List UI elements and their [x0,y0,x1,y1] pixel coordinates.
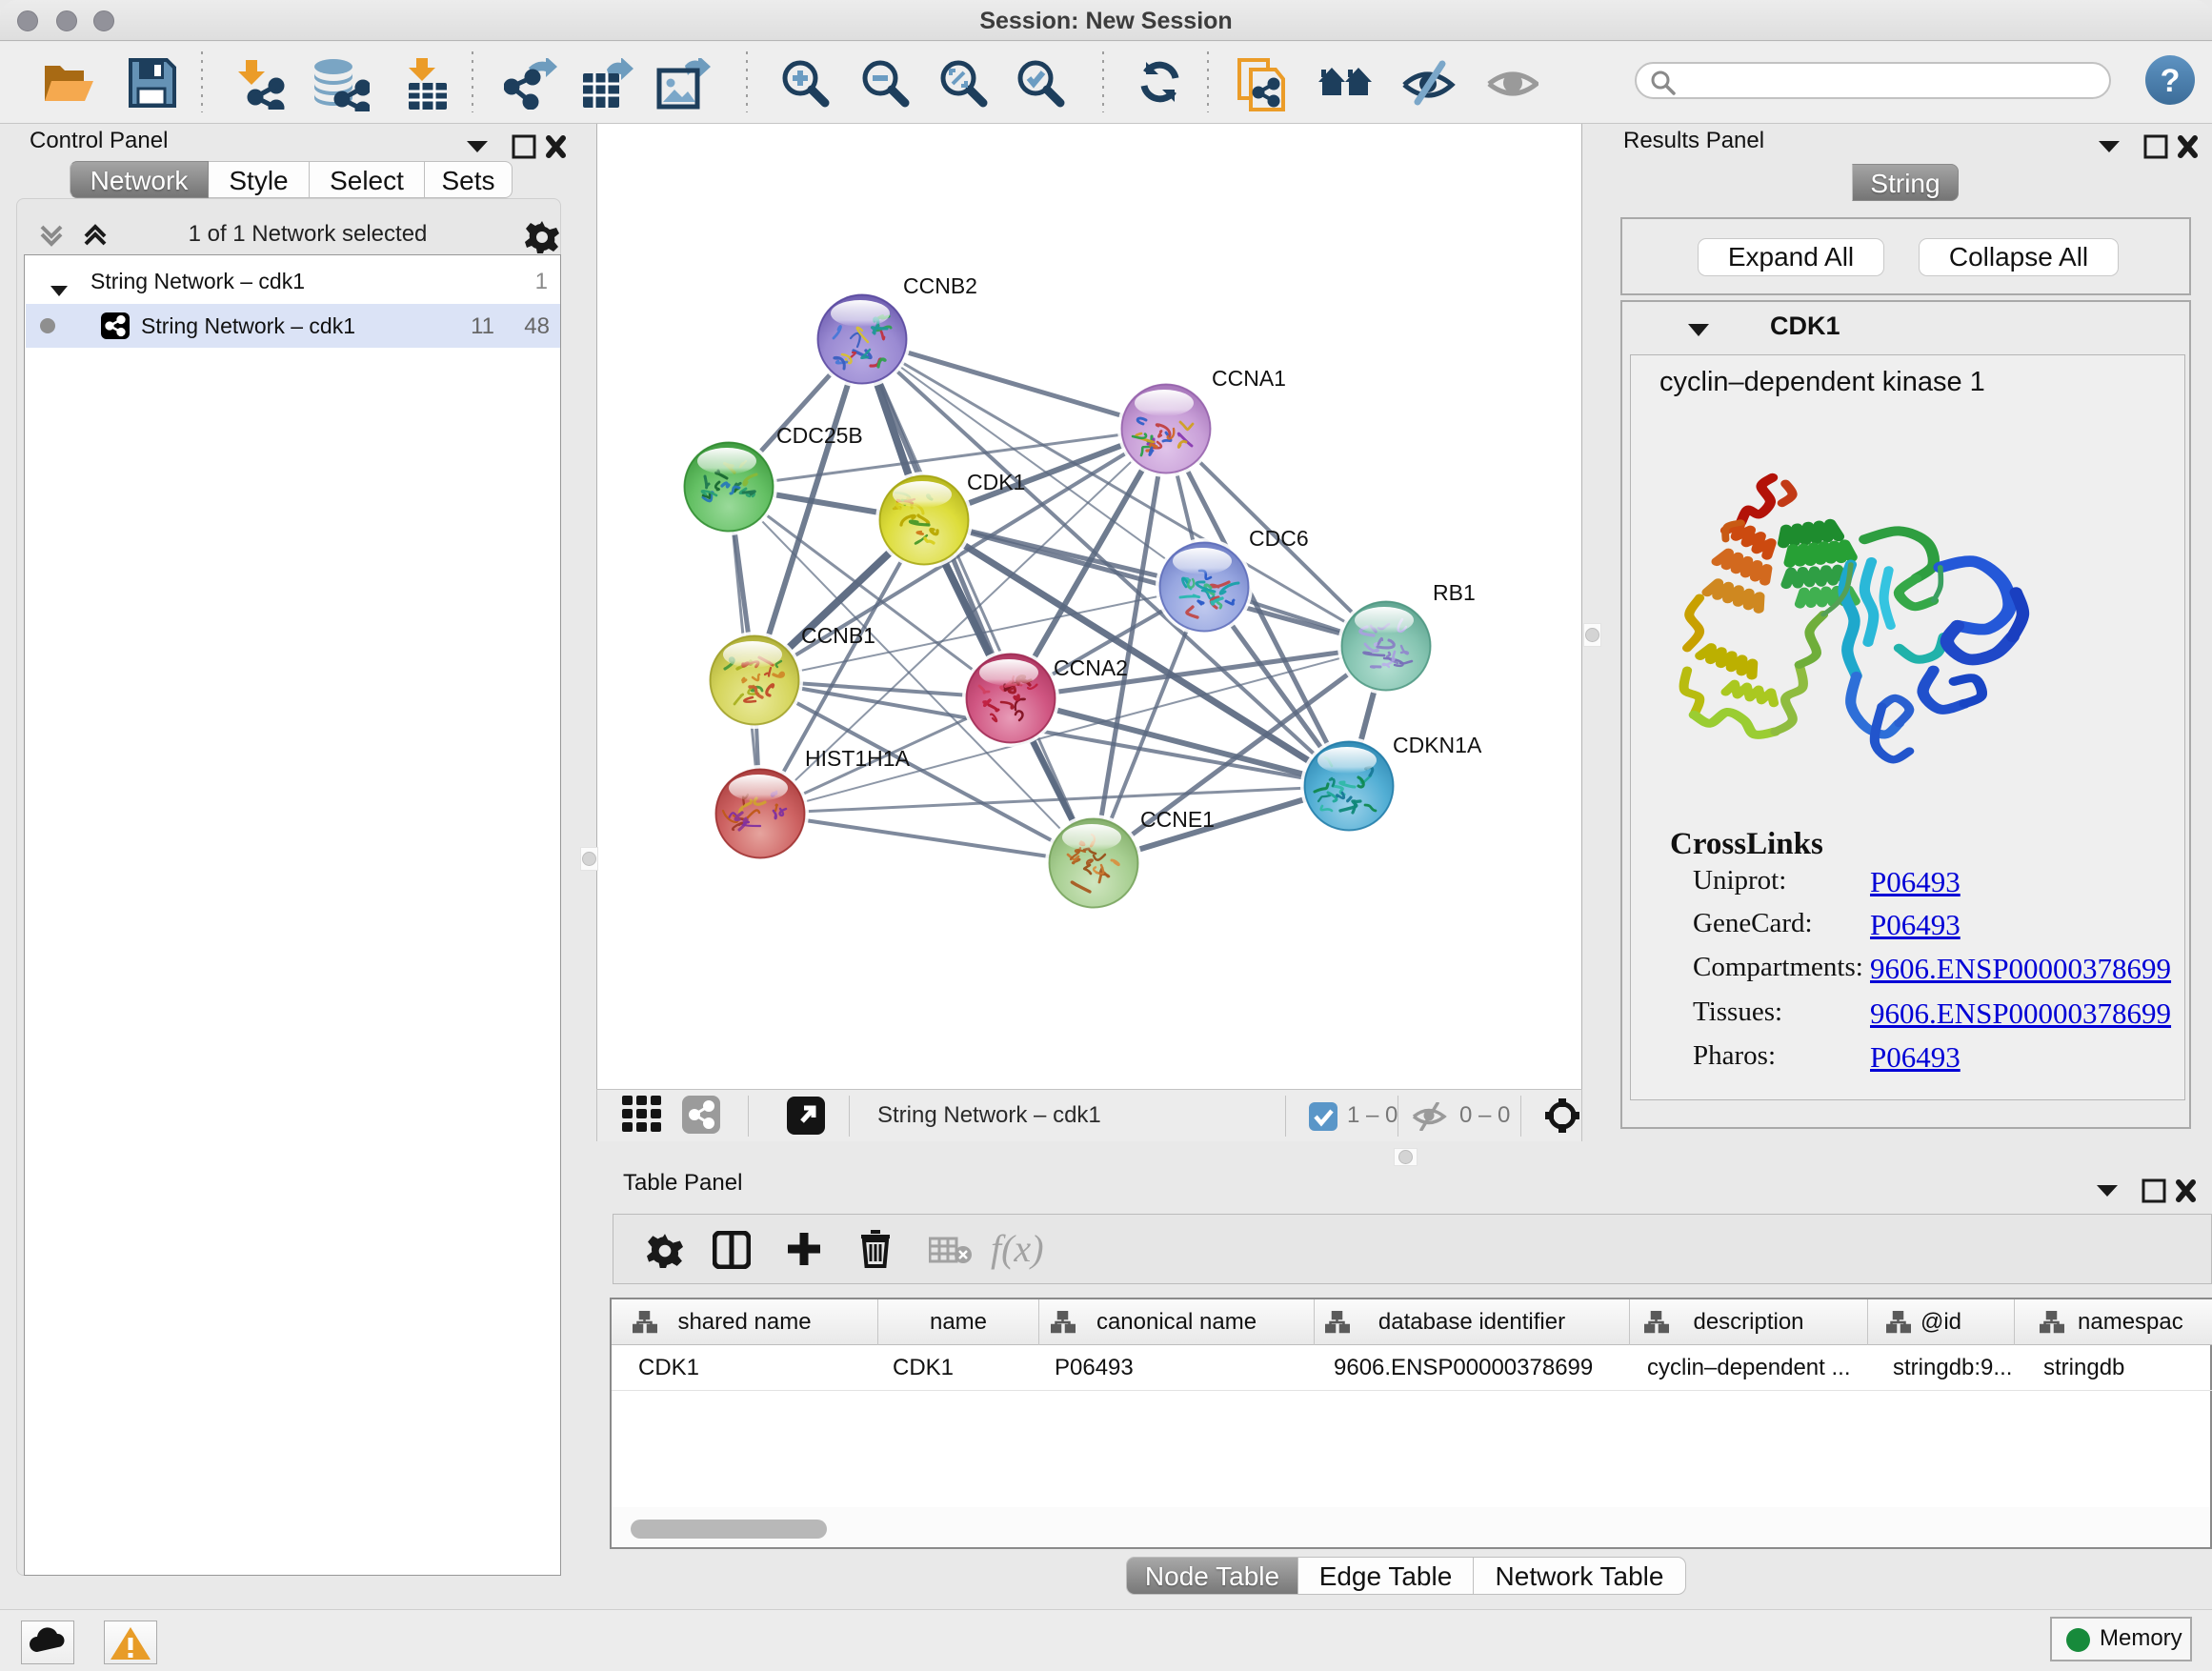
svg-text:CDKN1A: CDKN1A [1393,733,1482,757]
svg-text:CDC6: CDC6 [1249,526,1309,551]
svg-text:CCNB2: CCNB2 [903,273,977,298]
svg-text:CDC25B: CDC25B [776,423,863,448]
svg-text:CCNA2: CCNA2 [1054,655,1128,680]
svg-text:CCNB1: CCNB1 [801,623,875,648]
svg-text:CCNE1: CCNE1 [1140,807,1215,832]
svg-text:CCNA1: CCNA1 [1212,366,1286,391]
svg-text:HIST1H1A: HIST1H1A [805,746,911,771]
svg-text:RB1: RB1 [1433,580,1476,605]
svg-text:CDK1: CDK1 [967,470,1025,494]
